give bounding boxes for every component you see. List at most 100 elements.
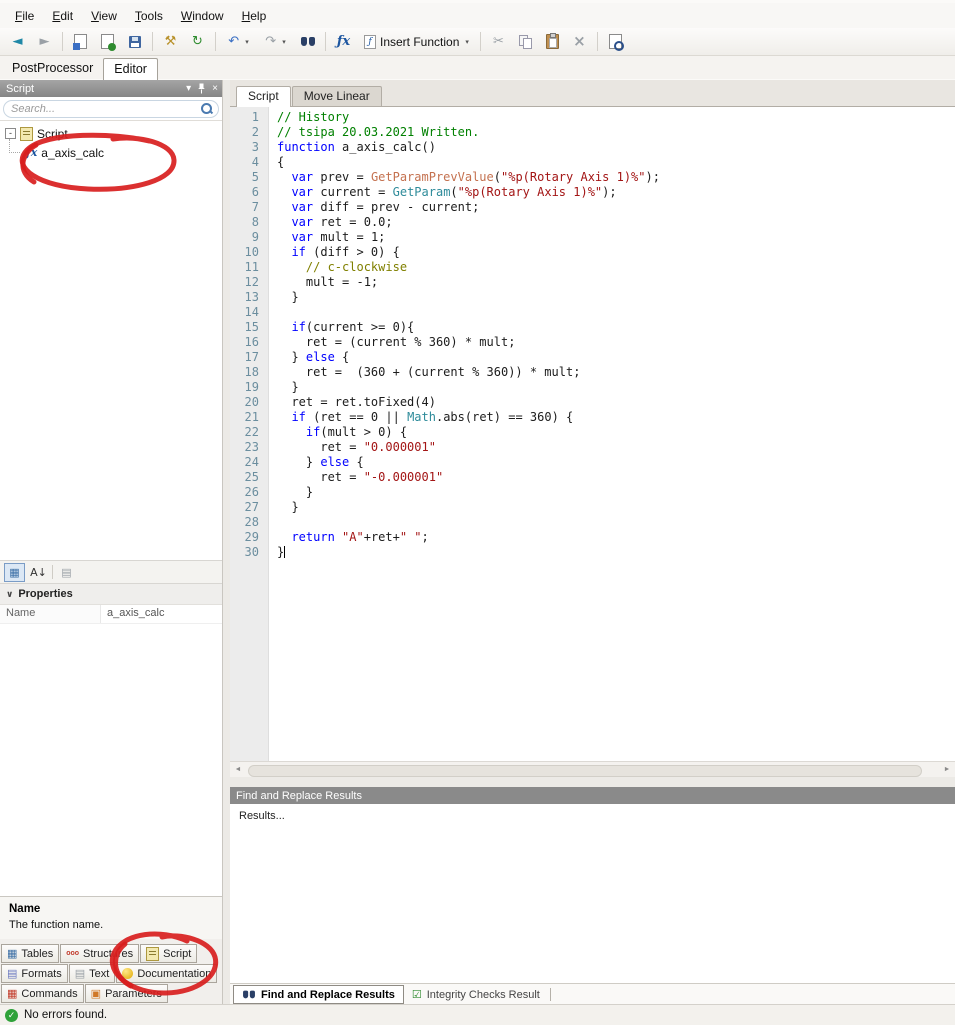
redo-button[interactable]: ↷ ▾ [258, 29, 293, 54]
horizontal-splitter[interactable] [230, 777, 955, 787]
code-line[interactable]: 4{ [230, 155, 955, 170]
forward-button[interactable]: ► [32, 29, 57, 54]
chevron-down-icon: ▾ [465, 38, 469, 46]
scrollbar-track[interactable] [246, 764, 939, 777]
code-editor[interactable]: 1 // History 2 // tsipa 20.03.2021 Written.… [230, 107, 955, 761]
tab-move-linear[interactable]: Move Linear [291, 86, 382, 106]
code-line[interactable]: 21 if (ret == 0 || Math.abs(ret) == 360)… [230, 410, 955, 425]
menu-edit[interactable]: Edit [43, 5, 82, 27]
cut-button[interactable]: ✂ [486, 29, 511, 54]
code-line[interactable]: 8 var ret = 0.0; [230, 215, 955, 230]
property-value[interactable]: a_axis_calc [101, 605, 222, 623]
find-button[interactable] [295, 29, 320, 54]
undo-button[interactable]: ↶ ▾ [221, 29, 256, 54]
copy-button[interactable] [513, 29, 538, 54]
code-line[interactable]: 10 if (diff > 0) { [230, 245, 955, 260]
reload-document-icon [101, 34, 116, 51]
code-line[interactable]: 6 var current = GetParam("%p(Rotary Axis… [230, 185, 955, 200]
code-line[interactable]: 22 if(mult > 0) { [230, 425, 955, 440]
scroll-left-button[interactable]: ◄ [230, 762, 246, 777]
tab-commands[interactable]: ▦ Commands [1, 984, 84, 1003]
code-line[interactable]: 28 [230, 515, 955, 530]
scroll-right-button[interactable]: ► [939, 762, 955, 777]
chevron-down-icon: ▾ [245, 38, 249, 46]
pin-button[interactable] [197, 83, 206, 94]
close-icon[interactable]: × [212, 83, 218, 94]
code-line-text: { [277, 155, 285, 169]
menu-tools[interactable]: Tools [126, 5, 172, 27]
tab-find-replace-results[interactable]: Find and Replace Results [233, 985, 404, 1004]
results-placeholder: Results... [239, 810, 285, 822]
menu-view[interactable]: View [82, 5, 126, 27]
tab-text[interactable]: ▤ Text [68, 964, 116, 983]
tab-label: Integrity Checks Result [426, 988, 540, 1001]
tab-parameters[interactable]: ▣ Parameters [84, 984, 168, 1003]
paste-button[interactable] [540, 29, 565, 54]
vertical-splitter[interactable] [223, 80, 230, 1005]
horizontal-scrollbar[interactable]: ◄ ► [230, 761, 955, 777]
code-line[interactable]: 14 [230, 305, 955, 320]
code-line[interactable]: 13 } [230, 290, 955, 305]
code-line[interactable]: 17 } else { [230, 350, 955, 365]
code-line[interactable]: 7 var diff = prev - current; [230, 200, 955, 215]
code-line[interactable]: 9 var mult = 1; [230, 230, 955, 245]
property-pages-button[interactable]: ▤ [56, 563, 77, 582]
properties-empty-area [0, 624, 222, 896]
code-line[interactable]: 18 ret = (360 + (current % 360)) * mult; [230, 365, 955, 380]
code-line[interactable]: 3 function a_axis_calc() [230, 140, 955, 155]
tab-tables[interactable]: ▦ Tables [1, 944, 60, 963]
search-box[interactable] [3, 99, 219, 118]
tab-script-editor[interactable]: Script [236, 86, 291, 107]
code-line-text: var diff = prev - current; [291, 200, 480, 214]
open-document-button[interactable] [68, 29, 93, 54]
properties-header[interactable]: ∨ Properties [0, 584, 222, 605]
function-list-button[interactable]: ƒx [331, 29, 356, 54]
refresh-button[interactable]: ↻ [185, 29, 210, 54]
menu-help[interactable]: Help [233, 5, 276, 27]
code-line[interactable]: 27 } [230, 500, 955, 515]
reload-button[interactable] [95, 29, 120, 54]
tab-integrity-checks[interactable]: ☑ Integrity Checks Result [404, 986, 548, 1003]
search-icon[interactable] [200, 102, 213, 115]
tree-expander-icon[interactable]: - [5, 128, 16, 139]
code-line[interactable]: 29 return "A"+ret+" "; [230, 530, 955, 545]
window-menu-button[interactable]: ▾ [186, 83, 191, 94]
code-line[interactable]: 15 if(current >= 0){ [230, 320, 955, 335]
tab-script[interactable]: Script [140, 944, 198, 963]
code-line[interactable]: 11 // c-clockwise [230, 260, 955, 275]
scrollbar-thumb[interactable] [248, 764, 923, 777]
property-row-name[interactable]: Name a_axis_calc [0, 605, 222, 624]
code-line[interactable]: 5 var prev = GetParamPrevValue("%p(Rotar… [230, 170, 955, 185]
code-line[interactable]: 12 mult = -1; [230, 275, 955, 290]
code-line[interactable]: 2 // tsipa 20.03.2021 Written. [230, 125, 955, 140]
tab-editor[interactable]: Editor [103, 58, 158, 80]
search-input[interactable] [9, 101, 200, 116]
menu-window[interactable]: Window [172, 5, 233, 27]
back-button[interactable]: ◄ [5, 29, 30, 54]
code-line[interactable]: 25 ret = "-0.000001" [230, 470, 955, 485]
code-line[interactable]: 26 } [230, 485, 955, 500]
tab-structures[interactable]: ooo Structures [60, 944, 140, 963]
menu-file[interactable]: File [6, 5, 43, 27]
tab-label: Formats [21, 967, 62, 980]
tab-postprocessor[interactable]: PostProcessor [2, 58, 103, 79]
code-line[interactable]: 1 // History [230, 110, 955, 125]
tree-node-script[interactable]: - Script [0, 124, 222, 143]
find-in-document-button[interactable] [603, 29, 628, 54]
categorized-button[interactable]: ▦ [4, 562, 25, 582]
delete-button[interactable]: × [567, 29, 592, 54]
code-line[interactable]: 19 } [230, 380, 955, 395]
code-line[interactable]: 23 ret = "0.000001" [230, 440, 955, 455]
sort-alphabetical-button[interactable]: A↓ [28, 563, 49, 582]
code-line[interactable]: 30} [230, 545, 955, 560]
tree-node-a-axis-calc[interactable]: ƒx a_axis_calc [0, 139, 222, 162]
tab-label: Text [89, 967, 110, 980]
code-line[interactable]: 16 ret = (current % 360) * mult; [230, 335, 955, 350]
save-button[interactable] [122, 29, 147, 54]
tab-formats[interactable]: ▤ Formats [1, 964, 68, 983]
settings-button[interactable]: ⚒ [158, 29, 183, 54]
code-line[interactable]: 24 } else { [230, 455, 955, 470]
insert-function-button[interactable]: Insert Function ▾ [358, 29, 475, 54]
tab-documentation[interactable]: Documentation [116, 964, 218, 983]
code-line[interactable]: 20 ret = ret.toFixed(4) [230, 395, 955, 410]
